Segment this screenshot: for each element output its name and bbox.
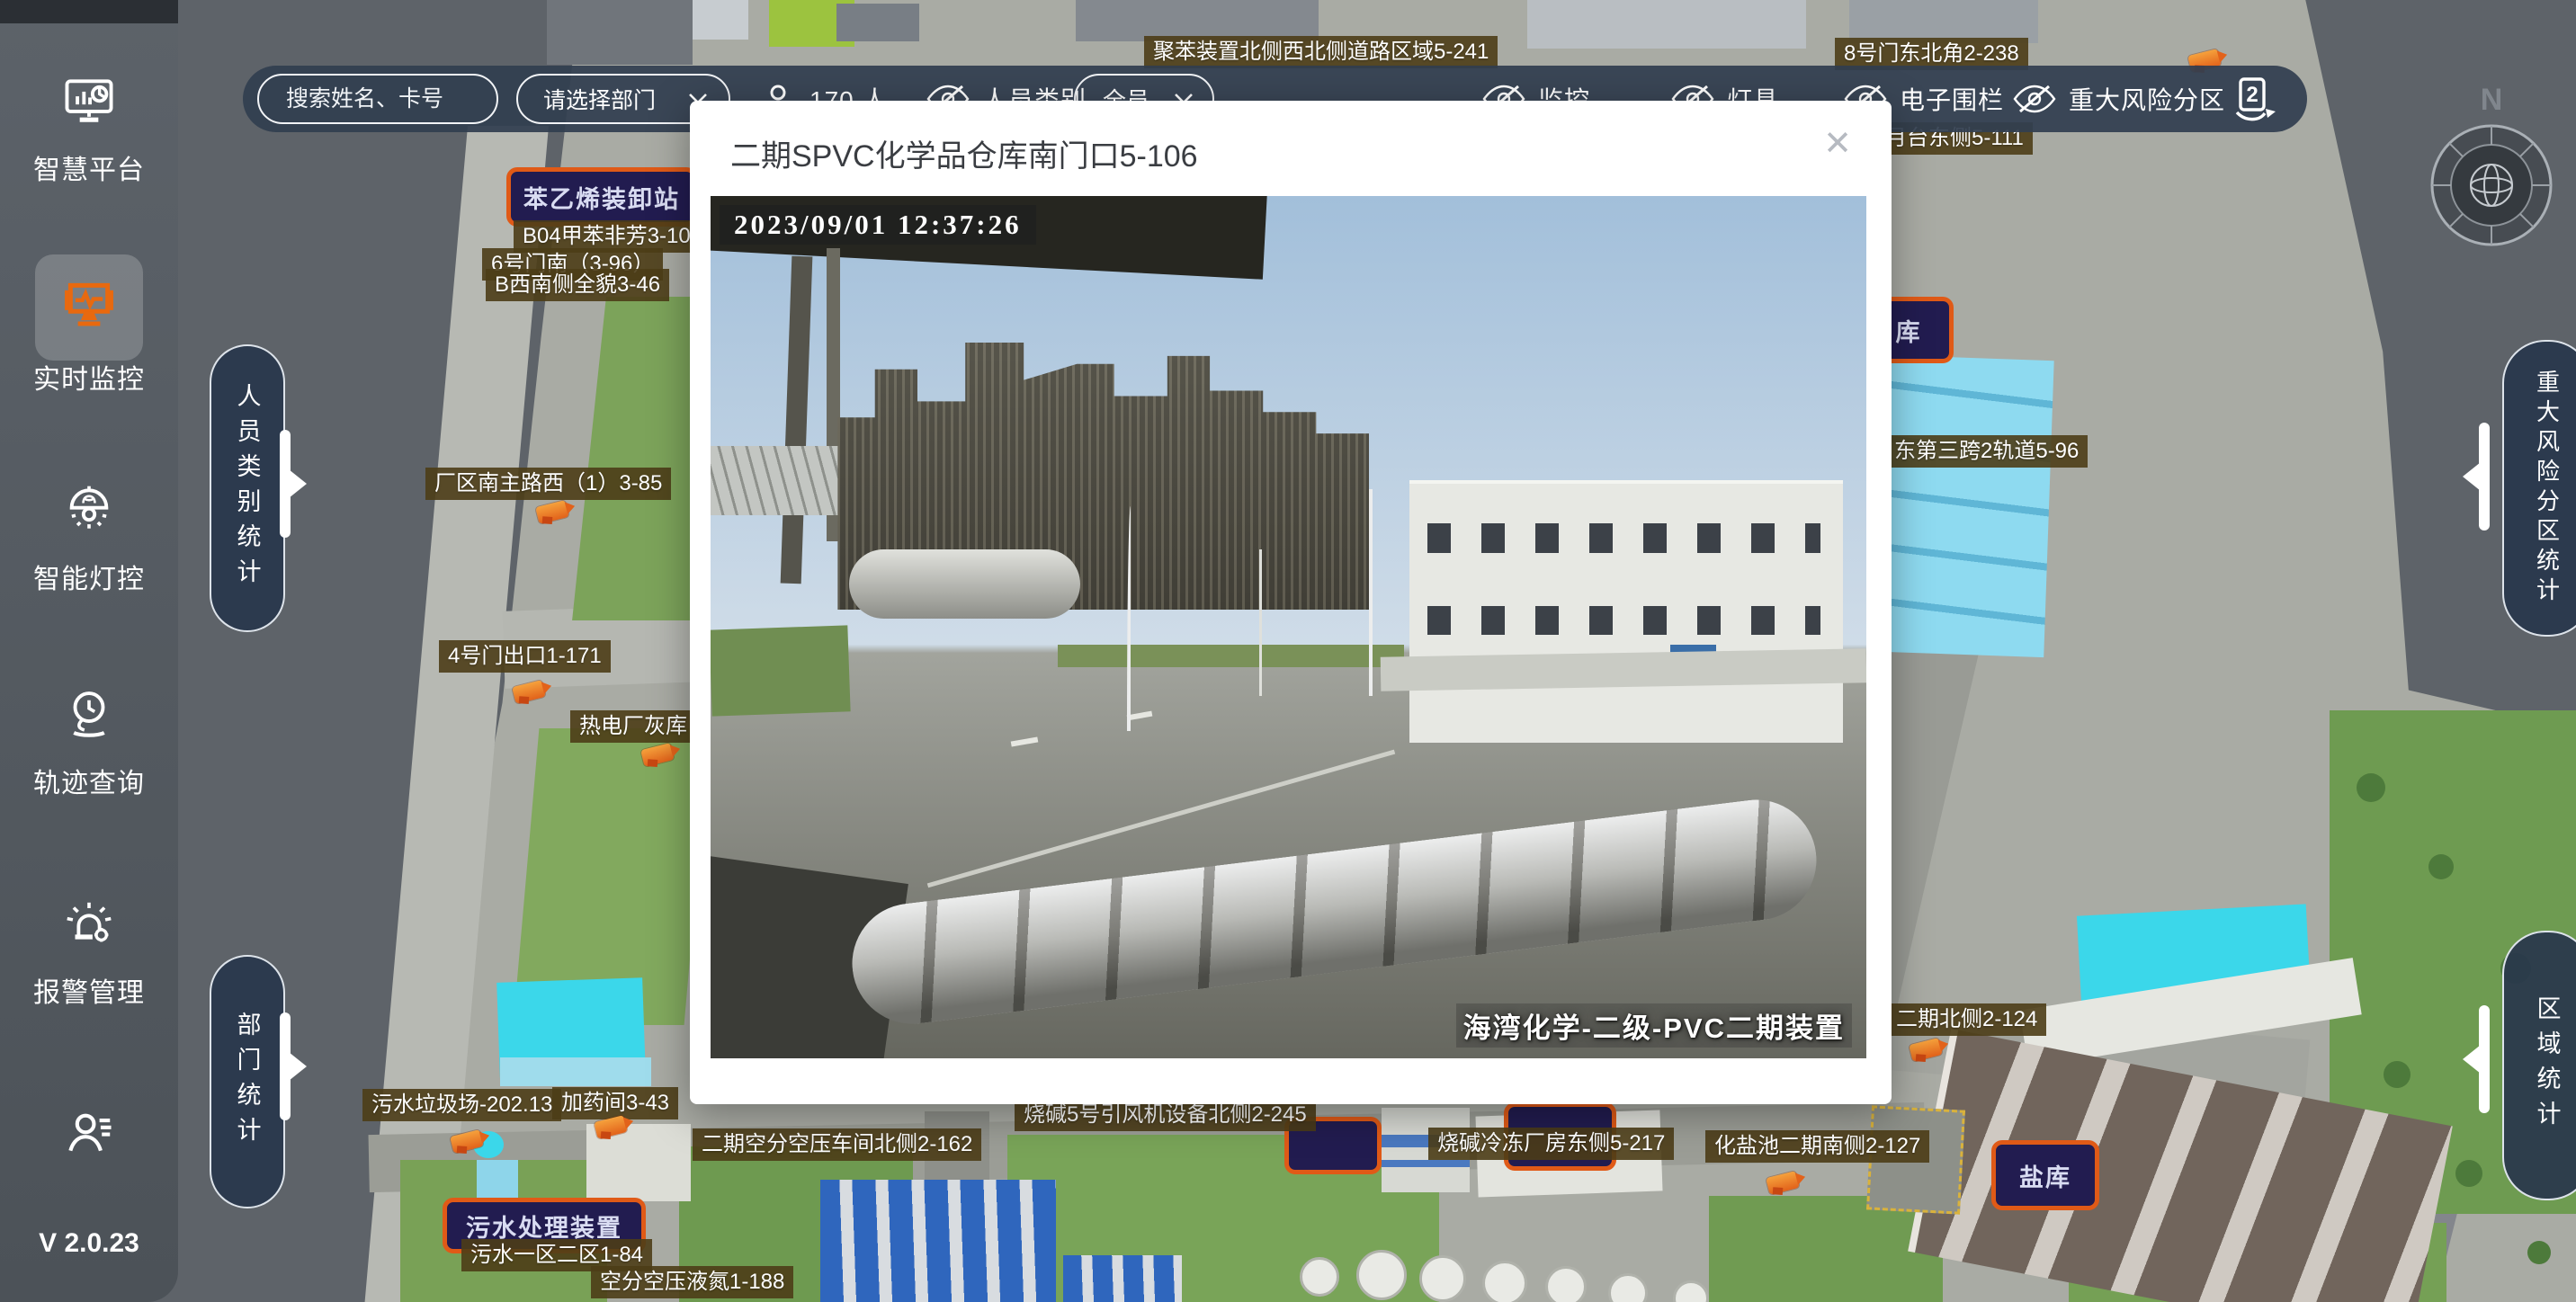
tab-person-type-stats-label: 人员类别统计 xyxy=(230,383,265,593)
contacts-icon xyxy=(61,1104,117,1160)
tab-person-type-stats[interactable]: 人员类别统计 xyxy=(210,344,285,632)
map-label[interactable]: 二期北侧2-124 xyxy=(1887,1003,2046,1036)
modal-title: 二期SPVC化学品仓库南门口5-106 xyxy=(730,131,1198,175)
sidebar-item-alarm-manage[interactable]: 报警管理 xyxy=(0,895,178,1010)
tab-major-risk-zone-stats-label: 重大风险分区统计 xyxy=(2531,370,2564,607)
tab-department-stats[interactable]: 部门统计 xyxy=(210,955,285,1208)
camera-feed-image: 2023/09/01 12:37:26 海湾化学-二级-PVC二期装置 xyxy=(711,196,1866,1058)
camera-icon[interactable] xyxy=(1766,1171,1800,1195)
photo-lane-mark xyxy=(1011,737,1039,747)
map-label[interactable]: 化盐池二期南侧2-127 xyxy=(1705,1130,1929,1163)
camera-icon[interactable] xyxy=(512,680,546,704)
compass-control[interactable]: N xyxy=(2424,83,2559,254)
camera-icon[interactable] xyxy=(640,743,675,767)
photo-horizontal-tank xyxy=(849,549,1080,619)
camera-icon[interactable] xyxy=(535,500,569,524)
tab-major-risk-zone-stats[interactable]: 重大风险分区统计 xyxy=(2502,340,2576,637)
tab-area-stats-label: 区域统计 xyxy=(2530,995,2565,1136)
map-label[interactable]: B西南侧全貌3-46 xyxy=(486,269,669,301)
app-version: V 2.0.23 xyxy=(0,1228,178,1259)
sidebar-item-realtime-monitor[interactable]: 实时监控 xyxy=(0,274,178,397)
expand-handle-icon[interactable] xyxy=(2479,423,2490,531)
efence-layer-label: 电子围栏 xyxy=(1900,81,2004,117)
map-label[interactable]: 污水垃圾场-202.13 xyxy=(362,1089,561,1121)
sidebar-item-label: 智慧平台 xyxy=(0,147,178,187)
photo-grass xyxy=(711,625,851,716)
smart-lamp-icon xyxy=(61,481,117,537)
sidebar-item-label: 实时监控 xyxy=(0,357,178,397)
compass-north-label: N xyxy=(2424,83,2559,118)
map-label[interactable]: 聚苯装置北侧西北侧道路区域5-241 xyxy=(1144,36,1498,68)
map-label[interactable]: 厂区南主路西（1）3-85 xyxy=(425,468,671,500)
expand-handle-icon[interactable] xyxy=(2479,1005,2490,1113)
expand-handle-icon[interactable] xyxy=(280,430,291,538)
map-label[interactable]: 东第三跨2轨道5-96 xyxy=(1885,435,2088,468)
screen-switch-button[interactable]: 2 xyxy=(2225,66,2277,132)
sidebar-item-track-query[interactable]: 轨迹查询 xyxy=(0,685,178,800)
department-select-value: 请选择部门 xyxy=(543,83,656,115)
photo-timestamp: 2023/09/01 12:37:26 xyxy=(720,205,1036,245)
sidebar-item-smart-platform[interactable]: 智慧平台 xyxy=(0,72,178,187)
sidebar-top-strip xyxy=(0,0,178,23)
camera-icon[interactable] xyxy=(450,1129,484,1154)
sidebar-item-label: 智能灯控 xyxy=(0,557,178,596)
map-label[interactable]: 热电厂灰库 xyxy=(570,710,696,743)
map-label[interactable]: 加药间3-43 xyxy=(552,1087,678,1119)
eye-off-icon xyxy=(2013,83,2056,115)
photo-building-windows xyxy=(1427,606,1820,636)
screen-switch-icon: 2 xyxy=(2225,73,2277,125)
photo-building-windows xyxy=(1427,523,1820,553)
map-label[interactable]: 4号门出口1-171 xyxy=(439,640,611,673)
photo-lamp-post xyxy=(1259,549,1262,696)
map-label[interactable]: 烧碱冷冻厂房东侧5-217 xyxy=(1428,1128,1674,1160)
map-label[interactable]: 二期空分空压车间北侧2-162 xyxy=(693,1128,981,1161)
alarm-manage-icon xyxy=(61,895,117,950)
realtime-monitor-icon xyxy=(59,274,119,334)
risk-zone-layer-label: 重大风险分区 xyxy=(2069,81,2225,117)
close-icon[interactable]: ✕ xyxy=(1818,126,1857,162)
search-input[interactable] xyxy=(284,85,468,113)
risk-zone-layer-toggle[interactable]: 重大风险分区 xyxy=(2013,66,2225,132)
search-field-pill[interactable] xyxy=(257,74,498,124)
photo-foreground-pipe xyxy=(845,793,1824,1031)
sidebar-nav: 智慧平台 实时监控 xyxy=(0,0,178,1302)
sidebar-item-contacts[interactable] xyxy=(0,1104,178,1160)
sidebar-item-label: 轨迹查询 xyxy=(0,761,178,800)
photo-lamp-post xyxy=(1369,489,1373,696)
dashboard-monitor-icon xyxy=(61,72,117,128)
svg-text:2: 2 xyxy=(2246,83,2258,107)
camera-icon[interactable] xyxy=(1909,1038,1943,1062)
track-query-icon xyxy=(61,685,117,741)
camera-feed-modal: 二期SPVC化学品仓库南门口5-106 ✕ 2023/09/0 xyxy=(690,101,1892,1104)
sidebar-item-smart-lamp[interactable]: 智能灯控 xyxy=(0,481,178,596)
photo-pole xyxy=(780,256,812,584)
expand-handle-icon[interactable] xyxy=(280,1012,291,1120)
map-poi-badge[interactable]: 盐库 xyxy=(1991,1140,2099,1210)
photo-watermark: 海湾化学-二级-PVC二期装置 xyxy=(1456,1003,1852,1048)
compass-dial-icon xyxy=(2424,118,2559,253)
app-root: 苯乙烯装卸站污水处理装置盐库库B04甲苯非芳3-106号门南（3-96）B西南侧… xyxy=(0,0,2576,1302)
sidebar-item-label: 报警管理 xyxy=(0,970,178,1010)
photo-grass xyxy=(1058,645,1405,667)
tab-area-stats[interactable]: 区域统计 xyxy=(2502,931,2576,1200)
tab-department-stats-label: 部门统计 xyxy=(230,1012,265,1152)
map-label[interactable]: 空分空压液氮1-188 xyxy=(591,1266,793,1298)
map-poi-badge[interactable]: 苯乙烯装卸站 xyxy=(506,167,697,227)
